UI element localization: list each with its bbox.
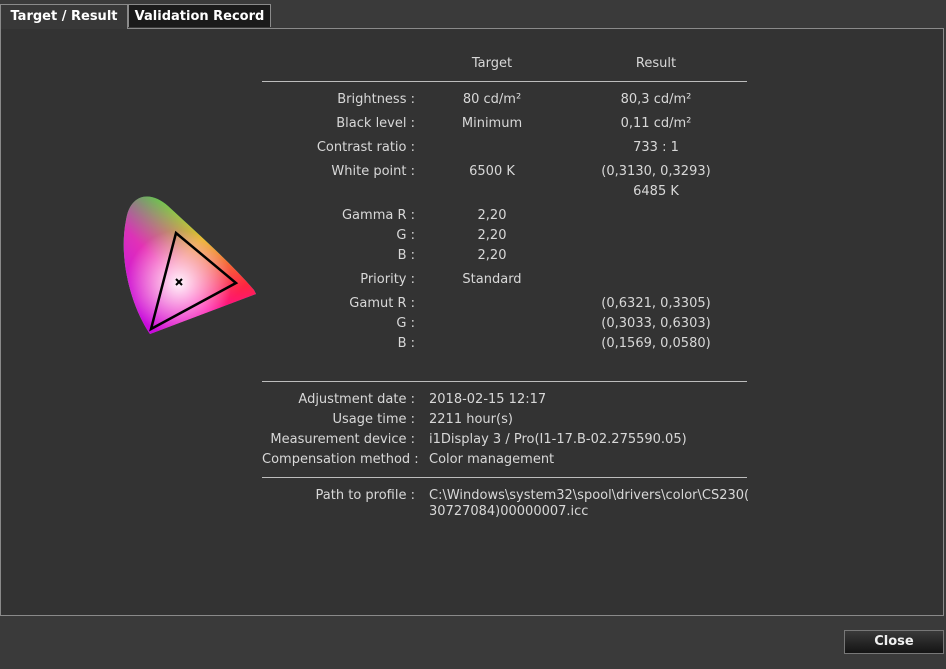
gamut-g-label: G : bbox=[396, 316, 415, 331]
divider-top bbox=[262, 81, 747, 82]
gamma-b-label: B : bbox=[397, 248, 415, 263]
contrast-ratio-label: Contrast ratio : bbox=[316, 140, 415, 155]
measurement-device-label: Measurement device : bbox=[270, 432, 415, 447]
white-point-label: White point : bbox=[331, 164, 415, 179]
measurement-device-value: i1Display 3 / Pro(I1-17.B-02.275590.05) bbox=[429, 432, 687, 447]
gamma-r-label: Gamma R : bbox=[341, 208, 415, 223]
column-header-target: Target bbox=[471, 56, 513, 71]
contrast-ratio-result: 733 : 1 bbox=[633, 140, 679, 155]
white-point-target: 6500 K bbox=[469, 164, 515, 179]
black-level-target: Minimum bbox=[461, 116, 523, 131]
gamma-g-label: G : bbox=[396, 228, 415, 243]
tab-validation-record[interactable]: Validation Record bbox=[128, 4, 271, 27]
gamma-b-target: 2,20 bbox=[477, 248, 507, 263]
priority-label: Priority : bbox=[360, 272, 415, 287]
path-to-profile-line2: 30727084)00000007.icc bbox=[429, 504, 589, 519]
gamut-b-label: B : bbox=[397, 336, 415, 351]
brightness-target: 80 cd/m² bbox=[462, 92, 522, 107]
gamut-g-result: (0,3033, 0,6303) bbox=[601, 316, 711, 331]
white-point-result-k: 6485 K bbox=[633, 184, 679, 199]
gamut-r-label: Gamut R : bbox=[349, 296, 415, 311]
gamut-b-result: (0,1569, 0,0580) bbox=[601, 336, 711, 351]
divider-middle bbox=[262, 381, 747, 382]
close-button[interactable]: Close bbox=[844, 630, 944, 654]
usage-time-label: Usage time : bbox=[332, 412, 415, 427]
gamut-diagram bbox=[123, 196, 256, 334]
tab-target-result[interactable]: Target / Result bbox=[0, 4, 128, 29]
brightness-label: Brightness : bbox=[337, 92, 415, 107]
adjustment-date-value: 2018-02-15 12:17 bbox=[429, 392, 547, 407]
compensation-method-label: Compensation method : bbox=[262, 452, 419, 467]
black-level-result: 0,11 cd/m² bbox=[620, 116, 692, 131]
path-to-profile-label: Path to profile : bbox=[315, 488, 415, 503]
black-level-label: Black level : bbox=[336, 116, 415, 131]
brightness-result: 80,3 cd/m² bbox=[620, 92, 692, 107]
white-point-result-xy: (0,3130, 0,3293) bbox=[601, 164, 711, 179]
gamma-r-target: 2,20 bbox=[477, 208, 507, 223]
gamut-r-result: (0,6321, 0,3305) bbox=[601, 296, 711, 311]
divider-bottom bbox=[262, 477, 747, 478]
adjustment-date-label: Adjustment date : bbox=[298, 392, 415, 407]
compensation-method-value: Color management bbox=[429, 452, 555, 467]
usage-time-value: 2211 hour(s) bbox=[429, 412, 513, 427]
path-to-profile-line1: C:\Windows\system32\spool\drivers\color\… bbox=[429, 488, 750, 503]
gamma-g-target: 2,20 bbox=[477, 228, 507, 243]
priority-target: Standard bbox=[462, 272, 522, 287]
column-header-result: Result bbox=[635, 56, 677, 71]
